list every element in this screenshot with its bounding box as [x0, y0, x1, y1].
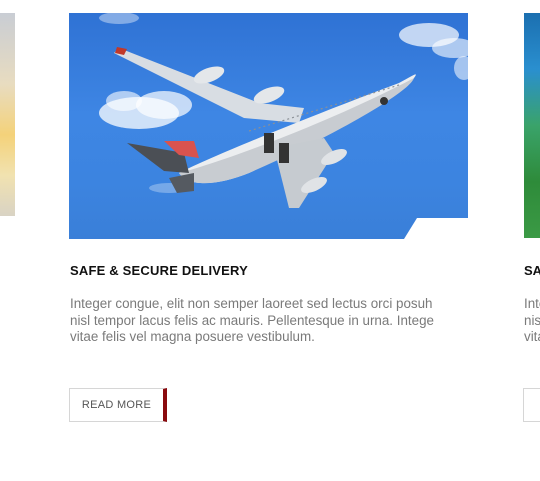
next-card-read-more-button[interactable] — [523, 388, 540, 422]
card-description: Integer congue, elit non semper laoreet … — [70, 296, 434, 344]
next-card-title: SA — [524, 263, 540, 278]
next-card-image[interactable] — [524, 13, 540, 238]
service-card: SAFE & SECURE DELIVERY Integer congue, e… — [69, 13, 469, 422]
previous-card-image[interactable] — [0, 13, 15, 216]
card-title: SAFE & SECURE DELIVERY — [70, 263, 249, 278]
airplane-image — [69, 13, 468, 239]
services-carousel: SAFE & SECURE DELIVERY Integer congue, e… — [0, 0, 540, 481]
read-more-button[interactable]: READ MORE — [69, 388, 167, 422]
next-card-description: Inte nis vita — [524, 296, 540, 344]
